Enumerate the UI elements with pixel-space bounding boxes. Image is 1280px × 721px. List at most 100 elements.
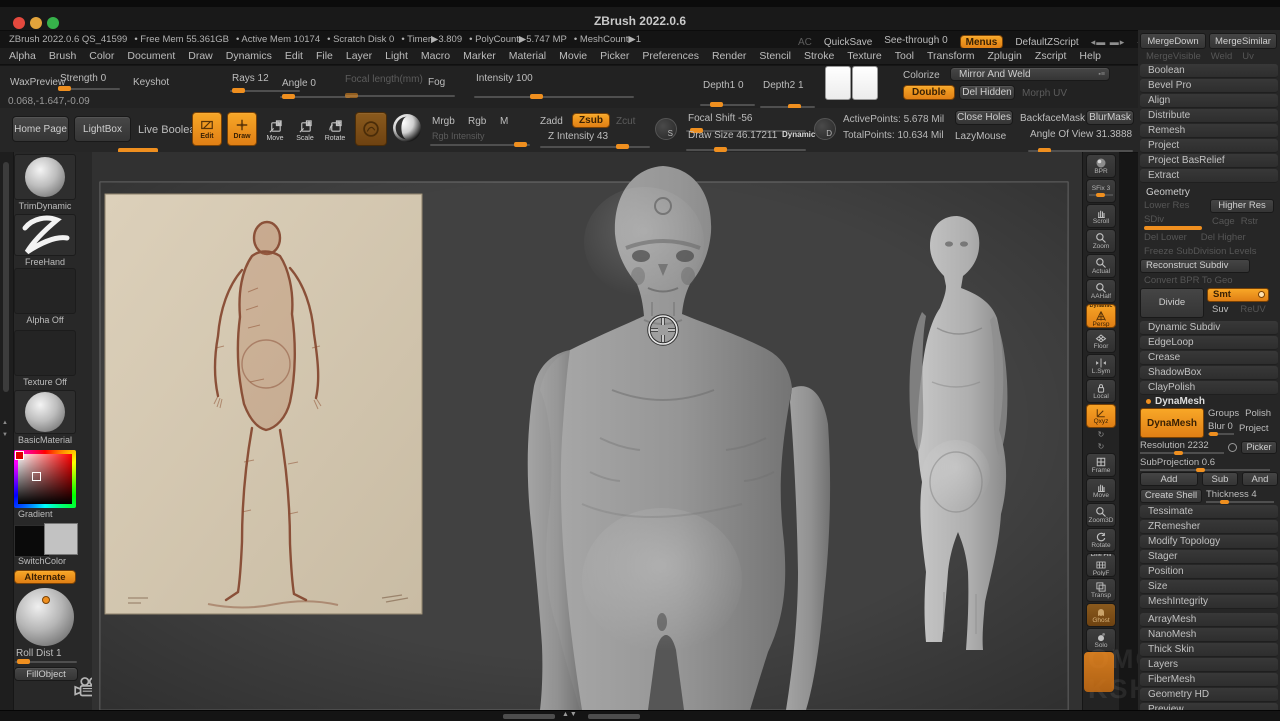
bottom-divider-handle-left[interactable] xyxy=(503,714,555,719)
dynamesh-section-header[interactable]: DynaMesh xyxy=(1140,396,1278,407)
z-intensity-slider-label[interactable]: Z Intensity 43 xyxy=(548,131,608,142)
merge-down-button[interactable]: MergeDown xyxy=(1140,33,1206,49)
shelf-aahalf-button[interactable]: AAHalf xyxy=(1086,279,1116,303)
shelf-frame-button[interactable]: Frame xyxy=(1086,453,1116,477)
panel-section-dynamic-subdiv[interactable]: Dynamic Subdiv xyxy=(1140,321,1278,335)
alternate-toggle[interactable]: Alternate xyxy=(14,570,76,584)
switch-color-control[interactable]: SwitchColor xyxy=(14,523,76,566)
edit-mode-button[interactable]: Edit xyxy=(192,112,222,146)
dynamesh-blur-slider[interactable]: Blur 0 xyxy=(1208,421,1234,435)
gradient-color-picker[interactable]: Gradient xyxy=(14,450,76,519)
tray-item-freehand[interactable]: FreeHand xyxy=(14,214,76,267)
panel-section-tessimate[interactable]: Tessimate xyxy=(1140,505,1278,519)
boolean-add-toggle[interactable]: Add xyxy=(1140,472,1198,486)
see-through-slider[interactable]: See-through 0 xyxy=(884,35,947,49)
angle-of-view-slider-label[interactable]: Angle Of View 31.3888 xyxy=(1030,129,1132,140)
panel-section-distribute[interactable]: Distribute xyxy=(1140,109,1278,123)
shelf-polyf-button[interactable]: Line FillPolyF xyxy=(1086,553,1116,577)
panel-section-extract[interactable]: Extract xyxy=(1140,169,1278,183)
menu-edit[interactable]: Edit xyxy=(285,50,303,62)
close-holes-button[interactable]: Close Holes xyxy=(955,110,1013,125)
scale-mode-button[interactable]: S Scale xyxy=(291,114,319,146)
lazy-mouse-toggle[interactable]: LazyMouse xyxy=(955,131,1006,142)
zsub-toggle[interactable]: Zsub xyxy=(572,113,610,128)
mrgb-toggle[interactable]: Mrgb xyxy=(432,116,455,127)
double-toggle[interactable]: Double xyxy=(903,85,955,100)
menu-draw[interactable]: Draw xyxy=(188,50,213,62)
shelf-zoom-button[interactable]: Zoom xyxy=(1086,229,1116,253)
sdiv-slider[interactable]: SDiv xyxy=(1144,214,1206,230)
angle-slider-label[interactable]: Angle 0 xyxy=(282,78,316,89)
menu-dynamics[interactable]: Dynamics xyxy=(226,50,272,62)
mirror-and-weld-dropdown[interactable]: Mirror And Weld ▪≡ xyxy=(950,67,1110,81)
angle-slider[interactable] xyxy=(280,96,350,98)
home-page-button[interactable]: Home Page xyxy=(12,116,69,142)
m-toggle[interactable]: M xyxy=(500,116,508,127)
quicksave-button[interactable]: QuickSave xyxy=(824,37,872,48)
panel-section-layers[interactable]: Layers xyxy=(1140,658,1278,672)
panel-section-size[interactable]: Size xyxy=(1140,580,1278,594)
colorize-toggle[interactable]: Colorize xyxy=(903,70,940,81)
material-picker-button[interactable] xyxy=(393,114,421,142)
menu-stencil[interactable]: Stencil xyxy=(759,50,791,62)
menu-texture[interactable]: Texture xyxy=(847,50,881,62)
panel-section-arraymesh[interactable]: ArrayMesh xyxy=(1140,613,1278,627)
dynamesh-button[interactable]: DynaMesh xyxy=(1140,408,1204,438)
picker-button[interactable]: Picker xyxy=(1241,441,1277,454)
boolean-sub-toggle[interactable]: Sub xyxy=(1202,472,1238,486)
zadd-toggle[interactable]: Zadd xyxy=(540,116,563,127)
rotate-mode-button[interactable]: R Rotate xyxy=(321,114,349,146)
tray-item-basicmaterial[interactable]: BasicMaterial xyxy=(14,390,76,445)
panel-section-align[interactable]: Align xyxy=(1140,94,1278,108)
panel-section-claypolish[interactable]: ClayPolish xyxy=(1140,381,1278,395)
menu-light[interactable]: Light xyxy=(385,50,408,62)
panel-section-zremesher[interactable]: ZRemesher xyxy=(1140,520,1278,534)
draw-size-slider[interactable] xyxy=(686,149,806,151)
rays-slider-label[interactable]: Rays 12 xyxy=(232,73,269,84)
thickness-slider[interactable]: Thickness 4 xyxy=(1206,489,1274,503)
shelf-ghost-button[interactable]: Ghost xyxy=(1086,603,1116,627)
merge-similar-button[interactable]: MergeSimilar xyxy=(1209,33,1277,49)
menu-document[interactable]: Document xyxy=(127,50,175,62)
resolution-mode-dot[interactable] xyxy=(1228,443,1237,452)
menu-stroke[interactable]: Stroke xyxy=(804,50,834,62)
backface-mask-toggle[interactable]: BackfaceMask xyxy=(1020,113,1085,124)
shelf-spin-toggle[interactable]: ↻ xyxy=(1086,429,1116,440)
higher-res-button[interactable]: Higher Res xyxy=(1210,199,1274,213)
panel-section-bevel-pro[interactable]: Bevel Pro xyxy=(1140,79,1278,93)
shelf-solo-button[interactable]: Solo xyxy=(1086,628,1116,652)
stroke-picker-button[interactable] xyxy=(355,112,387,146)
fill-object-button[interactable]: FillObject xyxy=(14,667,78,681)
panel-section-position[interactable]: Position xyxy=(1140,565,1278,579)
menu-macro[interactable]: Macro xyxy=(421,50,450,62)
left-tray-scroll-up-icon[interactable]: ▲ xyxy=(2,420,8,426)
tray-item-texture-off[interactable]: Texture Off xyxy=(14,330,76,387)
panel-section-shadowbox[interactable]: ShadowBox xyxy=(1140,366,1278,380)
dynamic-draw-size-toggle[interactable]: Dynamic xyxy=(782,130,815,139)
keyshot-button[interactable]: Keyshot xyxy=(133,77,169,88)
roll-dist-slider-label[interactable]: Roll Dist 1 xyxy=(16,648,62,659)
reconstruct-subdiv-button[interactable]: Reconstruct Subdiv xyxy=(1140,259,1250,273)
panel-section-project-basrelief[interactable]: Project BasRelief xyxy=(1140,154,1278,168)
shelf-bpr-button[interactable]: BPR xyxy=(1086,154,1116,178)
blur-mask-button[interactable]: BlurMask xyxy=(1086,110,1134,125)
rays-slider[interactable] xyxy=(230,90,300,92)
default-zscript-button[interactable]: DefaultZScript xyxy=(1015,37,1078,48)
menu-brush[interactable]: Brush xyxy=(49,50,76,62)
bottom-divider-arrows[interactable]: ▲▼ xyxy=(562,711,578,718)
menus-toggle[interactable]: Menus xyxy=(960,35,1004,49)
del-hidden-button[interactable]: Del Hidden xyxy=(959,85,1015,100)
depth1-slider-label[interactable]: Depth1 0 xyxy=(703,80,744,91)
panel-section-project[interactable]: Project xyxy=(1140,139,1278,153)
roll-dist-slider[interactable] xyxy=(15,661,77,663)
menu-color[interactable]: Color xyxy=(89,50,114,62)
shelf-local-button[interactable]: Local xyxy=(1086,379,1116,403)
tray-item-trimdynamic[interactable]: TrimDynamic xyxy=(14,154,76,211)
menu-layer[interactable]: Layer xyxy=(346,50,372,62)
color-sample-sphere[interactable] xyxy=(16,588,74,646)
wax-preview-toggle[interactable]: WaxPreview xyxy=(10,77,65,88)
undo-redo-history-icons[interactable]: ◂▬ ▬▸ xyxy=(1091,37,1126,48)
left-tray-scrollbar[interactable]: ▲ ▼ xyxy=(0,152,14,720)
shelf-scroll-button[interactable]: Scroll xyxy=(1086,204,1116,228)
shelf-l-sym-button[interactable]: L.Sym xyxy=(1086,354,1116,378)
